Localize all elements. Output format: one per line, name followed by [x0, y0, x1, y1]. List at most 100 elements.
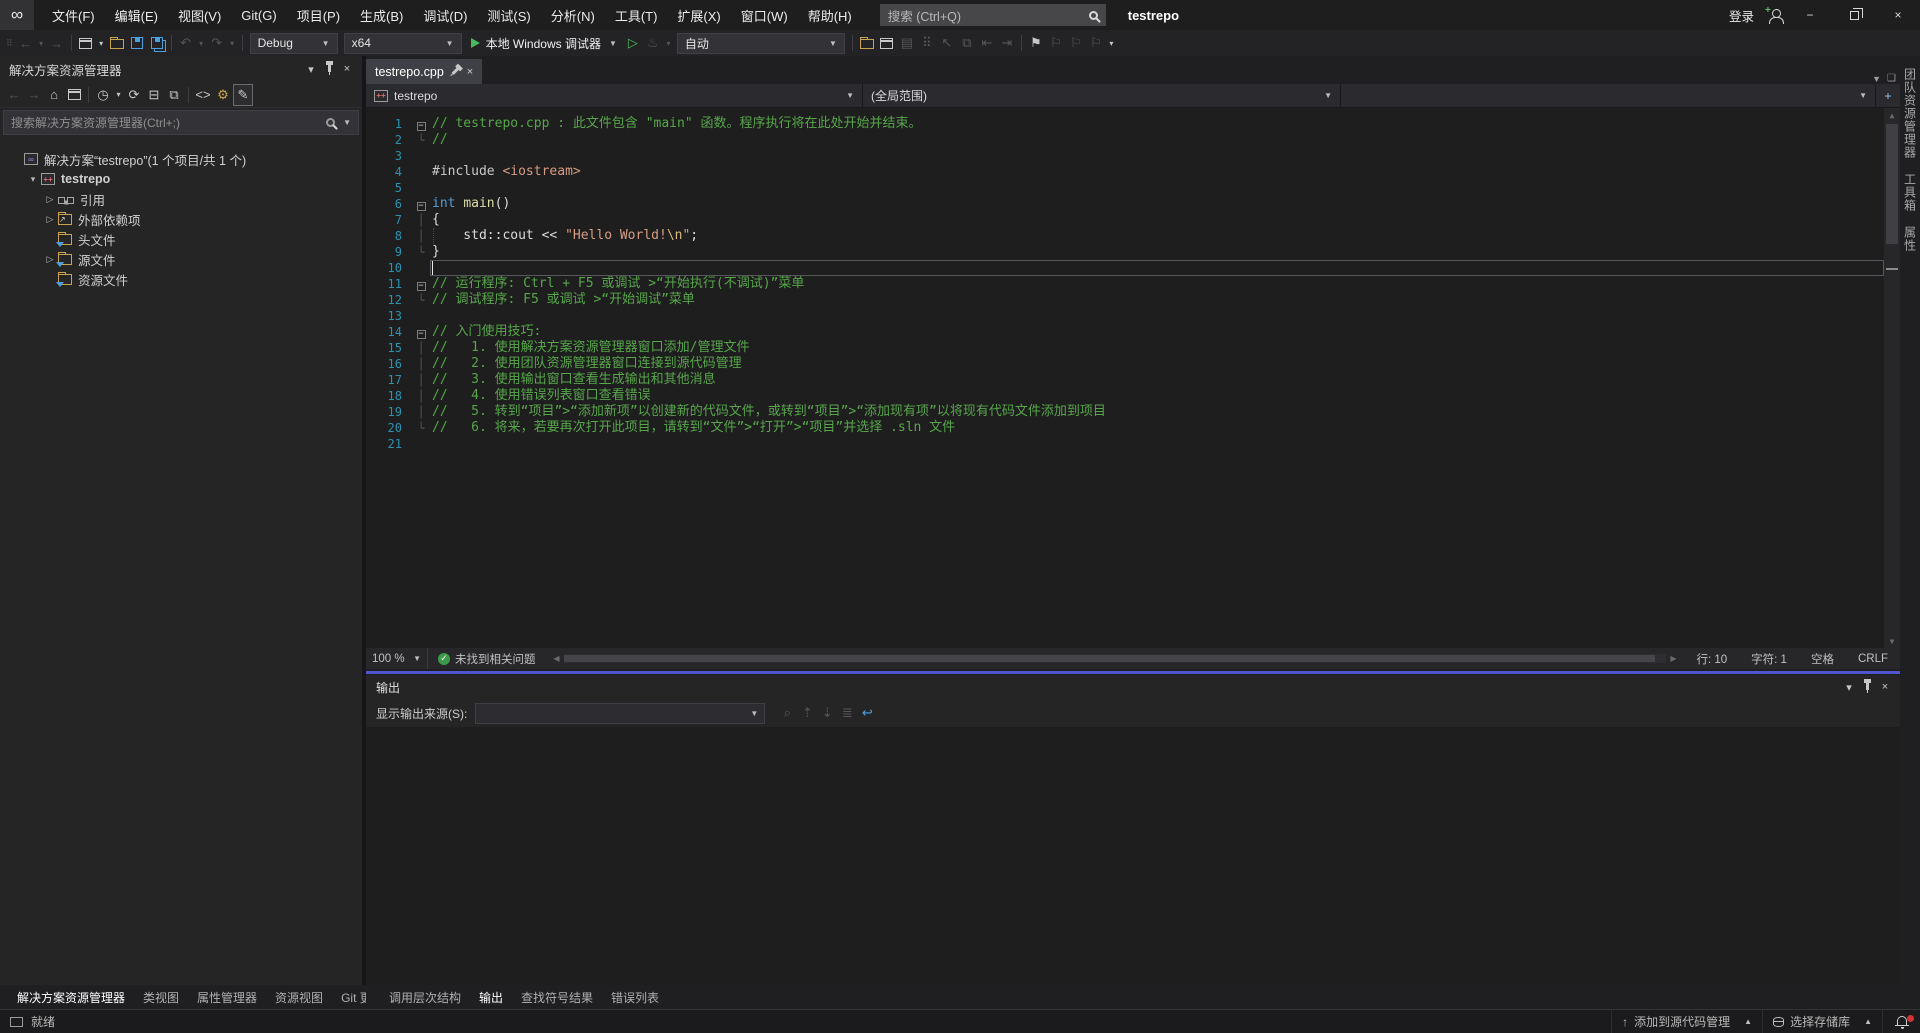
word-wrap-icon[interactable]: ↩ [857, 702, 877, 724]
menu-item[interactable]: 文件(F) [42, 0, 105, 30]
toolbar-options-caret-icon[interactable]: ▾ [1106, 32, 1117, 54]
new-project-icon[interactable] [76, 32, 96, 54]
tree-item[interactable]: 资源文件 [0, 269, 362, 289]
panel-tab[interactable]: 查找符号结果 [512, 986, 602, 1009]
forward-icon[interactable]: → [47, 32, 67, 54]
menu-item[interactable]: 测试(S) [477, 0, 540, 30]
line-number[interactable]: 18 [366, 389, 412, 403]
scroll-right-icon[interactable]: ▶ [1666, 654, 1680, 663]
undo-icon[interactable]: ↶ [176, 32, 196, 54]
line-number[interactable]: 4 [366, 165, 412, 179]
horizontal-scrollbar-thumb[interactable] [564, 655, 1656, 662]
line-number[interactable]: 20 [366, 421, 412, 435]
line-number[interactable]: 2 [366, 133, 412, 147]
code-line[interactable]: 16│// 2. 使用团队资源管理器窗口连接到源代码管理 [366, 356, 1884, 372]
close-icon[interactable]: × [1876, 678, 1894, 696]
split-window-icon[interactable]: + [1876, 84, 1900, 107]
zoom-dropdown[interactable]: 100 % ▼ [366, 648, 428, 669]
line-number[interactable]: 12 [366, 293, 412, 307]
menu-item[interactable]: 扩展(X) [667, 0, 730, 30]
code-line[interactable]: 1−// testrepo.cpp : 此文件包含 "main" 函数。程序执行… [366, 116, 1884, 132]
menu-item[interactable]: 调试(D) [413, 0, 477, 30]
nav-member-dropdown[interactable]: ▼ [1341, 84, 1876, 107]
clear-bookmarks-icon[interactable]: ⚐ [1086, 32, 1106, 54]
forward-icon[interactable]: → [24, 84, 44, 106]
code-line[interactable]: 20└// 6. 将来，若要再次打开此项目，请转到“文件”>“打开”>“项目”并… [366, 420, 1884, 436]
expander-icon[interactable]: ▷ [42, 214, 58, 225]
menu-item[interactable]: 项目(P) [287, 0, 350, 30]
scroll-down-icon[interactable]: ▼ [1884, 634, 1900, 648]
collapse-all-icon[interactable]: ⊟ [144, 84, 164, 106]
navigate-backward-window-icon[interactable] [877, 32, 897, 54]
menu-item[interactable]: 帮助(H) [798, 0, 862, 30]
filter-caret-icon[interactable]: ▾ [113, 84, 124, 106]
account-add-icon[interactable]: + [1768, 9, 1782, 22]
quick-search-input[interactable]: 搜索 (Ctrl+Q) [880, 4, 1106, 26]
output-content[interactable] [366, 727, 1900, 985]
sync-with-active-document-icon[interactable] [64, 84, 84, 106]
code-line[interactable]: 4#include <iostream> [366, 164, 1884, 180]
background-tasks-icon[interactable] [10, 1017, 23, 1027]
code-line[interactable]: 11−// 运行程序: Ctrl + F5 或调试 >“开始执行(不调试)”菜单 [366, 276, 1884, 292]
line-number[interactable]: 11 [366, 277, 412, 291]
line-number[interactable]: 14 [366, 325, 412, 339]
line-number[interactable]: 19 [366, 405, 412, 419]
platform-dropdown[interactable]: x64▼ [344, 33, 462, 54]
tree-item[interactable]: ▾++testrepo [0, 169, 362, 189]
selection-icon[interactable]: ⠿ [917, 32, 937, 54]
code-line[interactable]: 10 [366, 260, 1884, 276]
line-number[interactable]: 1 [366, 117, 412, 131]
code-line[interactable]: 3 [366, 148, 1884, 164]
code-line[interactable]: 5 [366, 180, 1884, 196]
tree-item[interactable]: ▷源文件 [0, 249, 362, 269]
fold-toggle-icon[interactable]: − [412, 198, 430, 211]
start-debugging-button[interactable]: 本地 Windows 调试器 ▼ [465, 32, 623, 54]
panel-tab[interactable]: 属性管理器 [188, 986, 266, 1009]
redo-icon[interactable]: ↷ [207, 32, 227, 54]
attach-mode-dropdown[interactable]: 自动▼ [677, 33, 845, 54]
nav-project-dropdown[interactable]: ++ testrepo ▼ [366, 84, 863, 107]
pin-icon[interactable] [320, 60, 338, 78]
solution-explorer-search-input[interactable]: 搜索解决方案资源管理器(Ctrl+;) ▼ [3, 110, 359, 135]
home-icon[interactable]: ⌂ [44, 84, 64, 106]
configuration-dropdown[interactable]: Debug▼ [250, 33, 338, 54]
menu-item[interactable]: 视图(V) [168, 0, 231, 30]
find-in-files-icon[interactable] [857, 32, 877, 54]
line-number[interactable]: 7 [366, 213, 412, 227]
pointer-icon[interactable]: ↖ [937, 32, 957, 54]
menu-item[interactable]: 窗口(W) [731, 0, 798, 30]
start-without-debugging-icon[interactable]: ▷ [623, 32, 643, 54]
notifications-button[interactable] [1882, 1010, 1920, 1033]
panel-tab[interactable]: 调用层次结构 [380, 986, 470, 1009]
line-number[interactable]: 3 [366, 149, 412, 163]
autohide-tab[interactable]: 工具箱 [1902, 173, 1919, 212]
horizontal-scrollbar[interactable]: ◀ ▶ [550, 648, 1681, 669]
pin-tab-icon[interactable] [454, 66, 457, 78]
fold-toggle-icon[interactable]: − [412, 326, 430, 339]
back-history-caret-icon[interactable]: ▾ [36, 32, 47, 54]
float-window-icon[interactable]: ❏ [1887, 73, 1896, 84]
save-icon[interactable] [127, 32, 147, 54]
tree-item[interactable]: ▷引用 [0, 189, 362, 209]
increase-indent-icon[interactable]: ⇥ [997, 32, 1017, 54]
close-tab-icon[interactable]: × [467, 66, 473, 78]
decrease-indent-icon[interactable]: ⇤ [977, 32, 997, 54]
properties-icon[interactable]: ⚙ [213, 84, 233, 106]
line-number[interactable]: 6 [366, 197, 412, 211]
code-line[interactable]: 17│// 3. 使用输出窗口查看生成输出和其他消息 [366, 372, 1884, 388]
code-line[interactable]: 9└} [366, 244, 1884, 260]
autohide-tab[interactable]: 属性 [1902, 226, 1919, 252]
save-layout-icon[interactable]: ⧉ [164, 84, 184, 106]
menu-item[interactable]: 工具(T) [605, 0, 668, 30]
pin-icon[interactable] [1858, 678, 1876, 696]
menu-item[interactable]: 生成(B) [350, 0, 413, 30]
toolbar-grip[interactable]: ⠿ [6, 38, 12, 49]
scroll-up-icon[interactable]: ▲ [1884, 108, 1900, 122]
panel-tab[interactable]: 输出 [470, 986, 512, 1009]
line-number[interactable]: 15 [366, 341, 412, 355]
line-number[interactable]: 17 [366, 373, 412, 387]
minimize-button[interactable]: − [1788, 0, 1832, 30]
new-caret-icon[interactable]: ▾ [96, 32, 107, 54]
open-file-icon[interactable] [107, 32, 127, 54]
undo-caret-icon[interactable]: ▾ [196, 32, 207, 54]
